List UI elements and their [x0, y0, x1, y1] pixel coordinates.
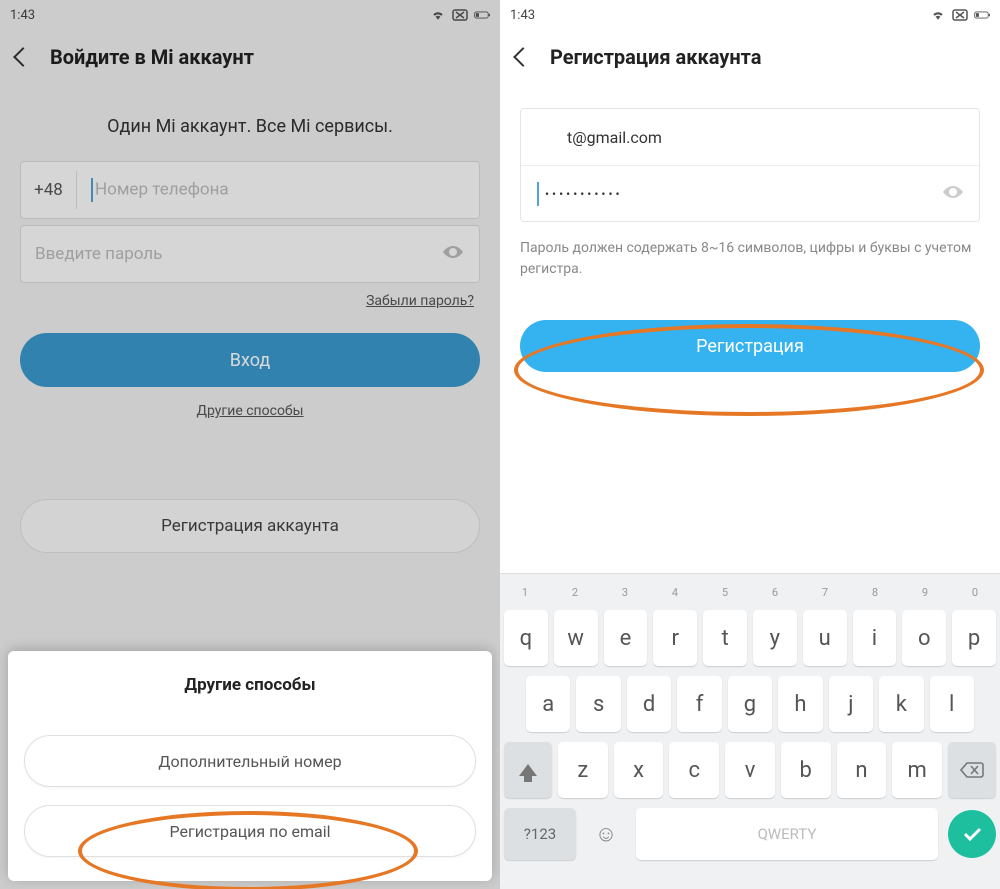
key-d[interactable]: d [627, 676, 671, 732]
key-q[interactable]: q [504, 610, 548, 666]
key-w[interactable]: w [554, 610, 598, 666]
key-hint: 7 [800, 586, 850, 599]
battery-icon [474, 9, 490, 21]
header: Войдите в Mi аккаунт [0, 30, 500, 84]
key-b[interactable]: b [781, 742, 831, 798]
key-e[interactable]: e [604, 610, 648, 666]
signin-button[interactable]: Вход [20, 333, 480, 387]
register-account-button[interactable]: Регистрация аккаунта [20, 499, 480, 553]
eye-icon[interactable] [941, 184, 965, 204]
password-input-row: Введите пароль [20, 225, 480, 283]
other-methods-link[interactable]: Другие способы [20, 403, 480, 419]
login-form: Один Mi аккаунт. Все Mi сервисы. +48 Ном… [0, 116, 500, 553]
key-row-3: zxcvbnm [500, 742, 1000, 798]
key-hint: 4 [650, 586, 700, 599]
input-card: t@gmail.com ••••••••••• [520, 108, 980, 222]
back-icon[interactable] [513, 47, 533, 67]
key-row-2: asdfghjkl [500, 676, 1000, 732]
key-v[interactable]: v [725, 742, 775, 798]
key-hint: 0 [950, 586, 1000, 599]
key-z[interactable]: z [558, 742, 608, 798]
key-o[interactable]: o [902, 610, 946, 666]
wifi-icon [430, 9, 446, 21]
shift-key[interactable] [504, 742, 552, 798]
status-bar: 1:43 [0, 0, 500, 30]
status-bar: 1:43 [500, 0, 1000, 30]
key-hint: 6 [750, 586, 800, 599]
key-hint: 3 [600, 586, 650, 599]
email-input[interactable]: t@gmail.com [521, 109, 979, 165]
battery-icon [974, 9, 990, 21]
phone-left: 1:43 Войдите в Mi аккаунт Один Mi аккаун… [0, 0, 500, 889]
register-form: t@gmail.com ••••••••••• Пароль должен со… [500, 108, 1000, 372]
keyboard: 1234567890 qwertyuiop asdfghjkl zxcvbnm … [500, 573, 1000, 889]
key-hint-row: 1234567890 [500, 574, 1000, 610]
additional-number-button[interactable]: Дополнительный номер [24, 735, 476, 787]
key-k[interactable]: k [879, 676, 923, 732]
key-hint: 5 [700, 586, 750, 599]
back-icon[interactable] [13, 47, 33, 67]
page-title: Регистрация аккаунта [550, 45, 761, 69]
status-time: 1:43 [510, 8, 535, 23]
key-hint: 2 [550, 586, 600, 599]
emoji-key[interactable]: ☺ [582, 808, 630, 860]
bottom-sheet: Другие способы Дополнительный номер Реги… [8, 651, 492, 881]
header: Регистрация аккаунта [500, 30, 1000, 84]
phone-right: 1:43 Регистрация аккаунта t@gmail.com ••… [500, 0, 1000, 889]
space-key[interactable]: QWERTY [636, 808, 938, 860]
register-button[interactable]: Регистрация [520, 320, 980, 372]
phone-input-row: +48 Номер телефона [20, 161, 480, 219]
backspace-key[interactable] [948, 742, 996, 798]
key-i[interactable]: i [853, 610, 897, 666]
key-c[interactable]: c [669, 742, 719, 798]
key-l[interactable]: l [930, 676, 974, 732]
eye-icon[interactable] [441, 244, 479, 264]
key-s[interactable]: s [576, 676, 620, 732]
key-a[interactable]: a [526, 676, 570, 732]
key-h[interactable]: h [778, 676, 822, 732]
key-hint: 1 [500, 586, 550, 599]
tagline: Один Mi аккаунт. Все Mi сервисы. [20, 116, 480, 137]
status-icons [930, 9, 990, 21]
key-g[interactable]: g [728, 676, 772, 732]
key-p[interactable]: p [952, 610, 996, 666]
password-input[interactable]: ••••••••••• [521, 165, 979, 221]
sheet-title: Другие способы [24, 675, 476, 695]
key-f[interactable]: f [677, 676, 721, 732]
wifi-icon [930, 9, 946, 21]
numeric-key[interactable]: ?123 [504, 808, 576, 860]
no-sim-icon [952, 9, 968, 21]
key-row-bottom: ?123 ☺ QWERTY [500, 808, 1000, 860]
key-x[interactable]: x [614, 742, 664, 798]
forgot-password-link[interactable]: Забыли пароль? [20, 293, 474, 309]
key-row-1: qwertyuiop [500, 610, 1000, 666]
status-icons [430, 9, 490, 21]
country-code[interactable]: +48 [21, 171, 77, 209]
key-t[interactable]: t [703, 610, 747, 666]
done-key[interactable] [948, 810, 996, 858]
key-n[interactable]: n [837, 742, 887, 798]
key-hint: 9 [900, 586, 950, 599]
key-hint: 8 [850, 586, 900, 599]
password-hint: Пароль должен содержать 8~16 символов, ц… [520, 238, 980, 280]
key-u[interactable]: u [803, 610, 847, 666]
no-sim-icon [452, 9, 468, 21]
key-m[interactable]: m [892, 742, 942, 798]
status-time: 1:43 [10, 8, 35, 23]
password-input[interactable]: Введите пароль [21, 244, 441, 264]
key-r[interactable]: r [653, 610, 697, 666]
key-y[interactable]: y [753, 610, 797, 666]
page-title: Войдите в Mi аккаунт [50, 45, 254, 69]
key-j[interactable]: j [829, 676, 873, 732]
register-email-button[interactable]: Регистрация по email [24, 805, 476, 857]
phone-input[interactable]: Номер телефона [77, 178, 479, 202]
